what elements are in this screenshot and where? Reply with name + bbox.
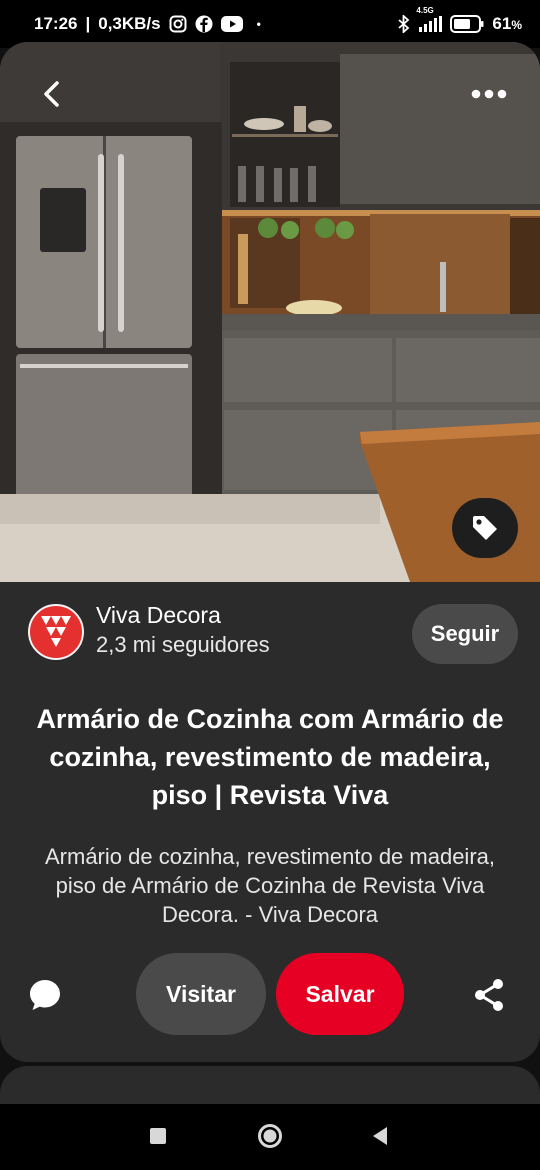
- action-bar: Visitar Salvar: [0, 952, 540, 1036]
- more-options-button[interactable]: [464, 72, 514, 116]
- comment-button[interactable]: [24, 974, 66, 1016]
- network-type: 4.5G: [416, 6, 434, 15]
- bluetooth-icon: [398, 15, 410, 33]
- pin-description: Armário de cozinha, revestimento de made…: [45, 844, 495, 927]
- battery-icon: [450, 15, 484, 33]
- comment-icon: [30, 980, 60, 1010]
- signal-icon: 4.5G: [416, 6, 443, 32]
- share-button[interactable]: [468, 974, 510, 1016]
- youtube-icon: [220, 16, 243, 32]
- creator-followers: 2,3 mi seguidores: [96, 632, 270, 657]
- status-speed: 0,3KB/s: [98, 14, 161, 33]
- system-back-button[interactable]: [368, 1124, 392, 1148]
- back-button[interactable]: [30, 72, 74, 116]
- home-circle-icon: [258, 1124, 282, 1148]
- home-button[interactable]: [256, 1122, 284, 1150]
- system-nav-bar: [0, 1104, 540, 1170]
- viva-decora-logo-icon: [41, 616, 71, 647]
- shop-tag-button[interactable]: [452, 498, 518, 558]
- pin-title: Armário de Cozinha com Armário de cozinh…: [36, 704, 504, 810]
- pin-card: Viva Decora 2,3 mi seguidores Seguir Arm…: [0, 42, 540, 1062]
- facebook-icon: [195, 15, 213, 33]
- battery-level: 61%: [492, 14, 522, 33]
- status-separator: |: [85, 14, 91, 33]
- share-icon: [475, 979, 503, 1011]
- instagram-icon: [169, 15, 187, 33]
- visit-button[interactable]: Visitar: [136, 953, 266, 1035]
- kitchen-photo-scene: [0, 42, 540, 582]
- pin-detail-screen: 17:26 | 0,3KB/s • 4.5G 61% Viva Decora 2…: [0, 0, 540, 1170]
- avatar[interactable]: [28, 604, 84, 660]
- status-left: 17:26 | 0,3KB/s •: [34, 14, 261, 34]
- chevron-left-icon: [44, 81, 59, 107]
- status-dot: •: [256, 17, 261, 31]
- follow-button[interactable]: Seguir: [412, 604, 518, 664]
- creator-name[interactable]: Viva Decora: [96, 602, 221, 629]
- kitchen-photo[interactable]: [0, 42, 540, 582]
- status-right: 4.5G 61%: [398, 6, 522, 34]
- triangle-back-icon: [373, 1127, 387, 1145]
- tag-icon: [473, 516, 497, 540]
- status-time: 17:26: [34, 14, 78, 33]
- square-icon: [150, 1128, 166, 1144]
- status-bar: 17:26 | 0,3KB/s • 4.5G 61%: [0, 0, 540, 48]
- more-dots-icon: [471, 89, 507, 99]
- save-button[interactable]: Salvar: [276, 953, 404, 1035]
- creator-row: Viva Decora 2,3 mi seguidores Seguir: [0, 596, 540, 666]
- recent-apps-button[interactable]: [146, 1124, 170, 1148]
